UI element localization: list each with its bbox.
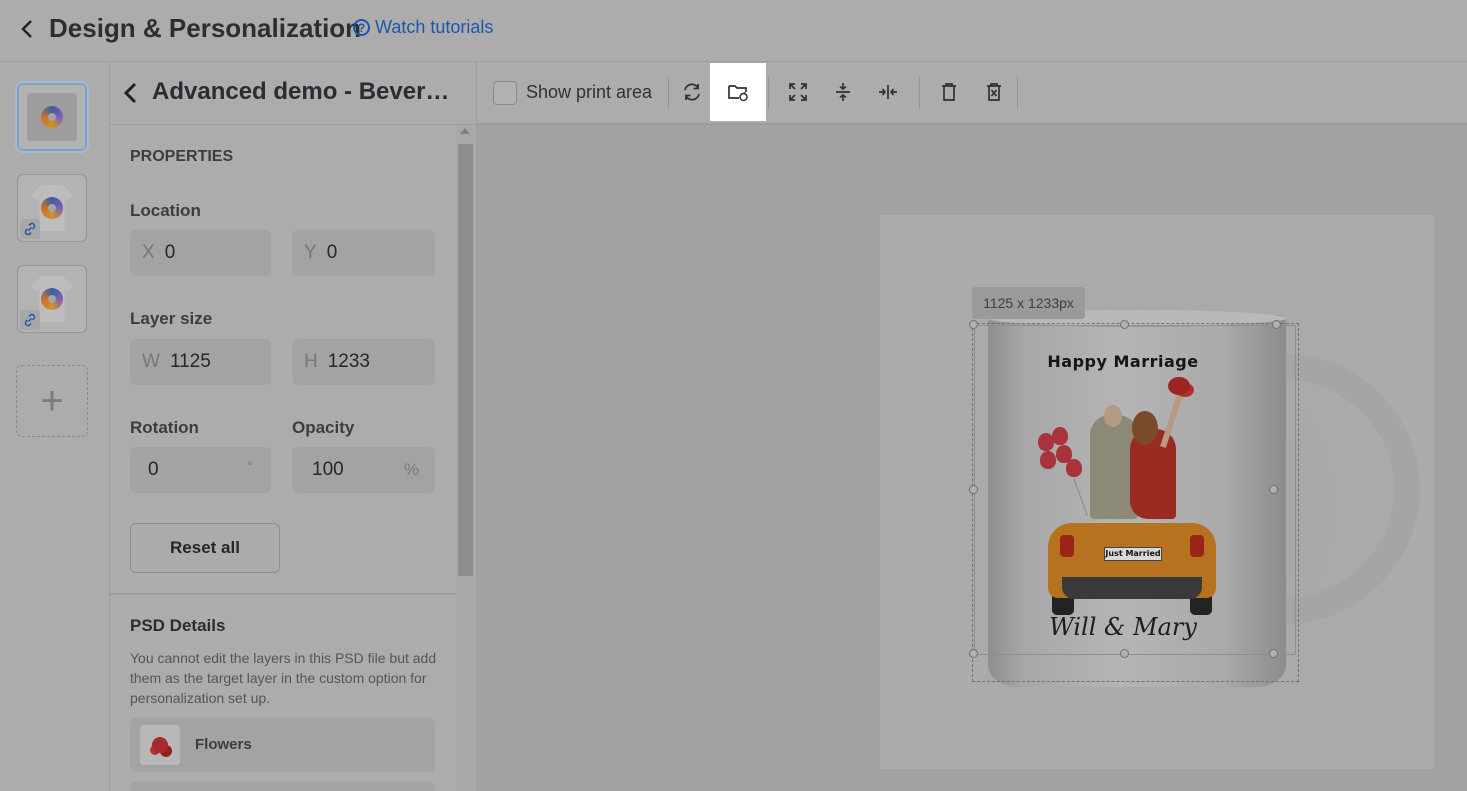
psd-layer-item[interactable]: Flowers bbox=[130, 718, 435, 772]
mockup-artboard: Happy Marriage Just Married Will & Mary bbox=[880, 215, 1434, 769]
product-title: Advanced demo - Beverage Mug 11oz bbox=[152, 78, 462, 105]
opacity-input[interactable]: 100 % bbox=[292, 447, 435, 493]
rotation-value: 0 bbox=[148, 459, 159, 480]
layer-height-value: 1233 bbox=[327, 351, 371, 372]
resize-handle[interactable] bbox=[1269, 485, 1278, 494]
align-vertical-center-icon[interactable] bbox=[822, 63, 864, 121]
mug-thumbnail[interactable] bbox=[17, 83, 87, 151]
tshirt-thumbnail-front[interactable] bbox=[17, 174, 87, 242]
layer-height-input[interactable]: H 1233 bbox=[292, 339, 435, 385]
design-canvas[interactable]: Happy Marriage Just Married Will & Mary bbox=[477, 125, 1467, 791]
resize-handle[interactable] bbox=[969, 320, 978, 329]
layer-width-input[interactable]: W 1125 bbox=[130, 339, 271, 385]
top-header: Design & Personalization ? Watch tutoria… bbox=[0, 0, 1467, 62]
panel-header: Advanced demo - Beverage Mug 11oz bbox=[110, 62, 476, 125]
opacity-label: Opacity bbox=[292, 418, 355, 437]
layer-size-label: Layer size bbox=[130, 309, 213, 328]
section-divider bbox=[110, 593, 456, 595]
watch-tutorials-link[interactable]: ? Watch tutorials bbox=[353, 17, 493, 38]
help-circle-icon: ? bbox=[353, 19, 370, 36]
fit-expand-icon[interactable] bbox=[777, 63, 819, 121]
psd-details-heading: PSD Details bbox=[130, 616, 226, 635]
resize-handle[interactable] bbox=[969, 485, 978, 494]
show-print-area-label[interactable]: Show print area bbox=[526, 82, 652, 103]
y-prefix: Y bbox=[304, 242, 317, 263]
align-horizontal-center-icon[interactable] bbox=[867, 63, 909, 121]
page-title: Design & Personalization bbox=[49, 13, 362, 43]
x-prefix: X bbox=[142, 242, 155, 263]
toolbar-divider bbox=[919, 77, 920, 109]
rotation-input[interactable]: 0 ° bbox=[130, 447, 271, 493]
h-prefix: H bbox=[304, 351, 318, 372]
resize-handle[interactable] bbox=[1272, 320, 1281, 329]
rotate-icon[interactable] bbox=[671, 63, 713, 121]
scroll-up-arrow-icon[interactable] bbox=[460, 128, 470, 134]
layer-selection-box[interactable] bbox=[972, 323, 1299, 682]
location-x-input[interactable]: X 0 bbox=[130, 230, 271, 276]
swirl-logo-icon bbox=[41, 106, 63, 128]
panel-scrollbar[interactable] bbox=[456, 126, 475, 791]
location-x-value: 0 bbox=[164, 242, 176, 263]
percent-unit: % bbox=[403, 460, 419, 479]
delete-all-icon[interactable] bbox=[973, 63, 1015, 121]
psd-layer-item[interactable] bbox=[130, 782, 435, 791]
back-chevron-icon[interactable] bbox=[116, 79, 144, 107]
plus-icon: + bbox=[40, 378, 64, 423]
layer-width-value: 1125 bbox=[169, 351, 211, 372]
reset-all-button[interactable]: Reset all bbox=[130, 523, 280, 573]
resize-handle[interactable] bbox=[1120, 320, 1129, 329]
flowers-layer-thumbnail bbox=[140, 725, 180, 765]
degree-unit: ° bbox=[247, 458, 253, 474]
resize-handle[interactable] bbox=[1120, 649, 1129, 658]
psd-details-description: You cannot edit the layers in this PSD f… bbox=[130, 650, 437, 706]
link-icon[interactable] bbox=[20, 310, 40, 330]
scrollbar-thumb[interactable] bbox=[458, 144, 473, 576]
rose-icon bbox=[152, 737, 168, 753]
back-arrow-icon[interactable] bbox=[16, 17, 38, 41]
show-print-area-checkbox[interactable] bbox=[493, 81, 517, 105]
opacity-value: 100 bbox=[312, 459, 344, 480]
psd-layer-name: Flowers bbox=[195, 736, 252, 753]
add-mockup-button[interactable]: + bbox=[16, 365, 88, 437]
delete-icon[interactable] bbox=[928, 63, 970, 121]
location-label: Location bbox=[130, 201, 201, 220]
tshirt-thumbnail-back[interactable] bbox=[17, 265, 87, 333]
link-icon[interactable] bbox=[20, 219, 40, 239]
folder-replace-icon[interactable] bbox=[710, 63, 766, 121]
location-y-value: 0 bbox=[326, 242, 338, 263]
properties-heading: PROPERTIES bbox=[130, 148, 234, 165]
toolbar-divider bbox=[768, 77, 769, 109]
swirl-logo-icon bbox=[41, 197, 63, 219]
toolbar-divider bbox=[668, 77, 669, 109]
resize-handle[interactable] bbox=[969, 649, 978, 658]
location-y-input[interactable]: Y 0 bbox=[292, 230, 435, 276]
rotation-label: Rotation bbox=[130, 418, 199, 437]
mug-thumbnail-image bbox=[27, 93, 77, 141]
w-prefix: W bbox=[142, 351, 160, 372]
toolbar-divider bbox=[1017, 77, 1018, 109]
resize-handle[interactable] bbox=[1269, 649, 1278, 658]
layer-size-tooltip: 1125 x 1233px bbox=[972, 287, 1085, 319]
watch-tutorials-label: Watch tutorials bbox=[375, 17, 494, 37]
properties-panel: Advanced demo - Beverage Mug 11oz PROPER… bbox=[110, 62, 477, 791]
swirl-logo-icon bbox=[41, 288, 63, 310]
mockup-thumbnail-rail: + bbox=[0, 62, 110, 791]
editor-toolbar: Show print area bbox=[477, 62, 1467, 125]
